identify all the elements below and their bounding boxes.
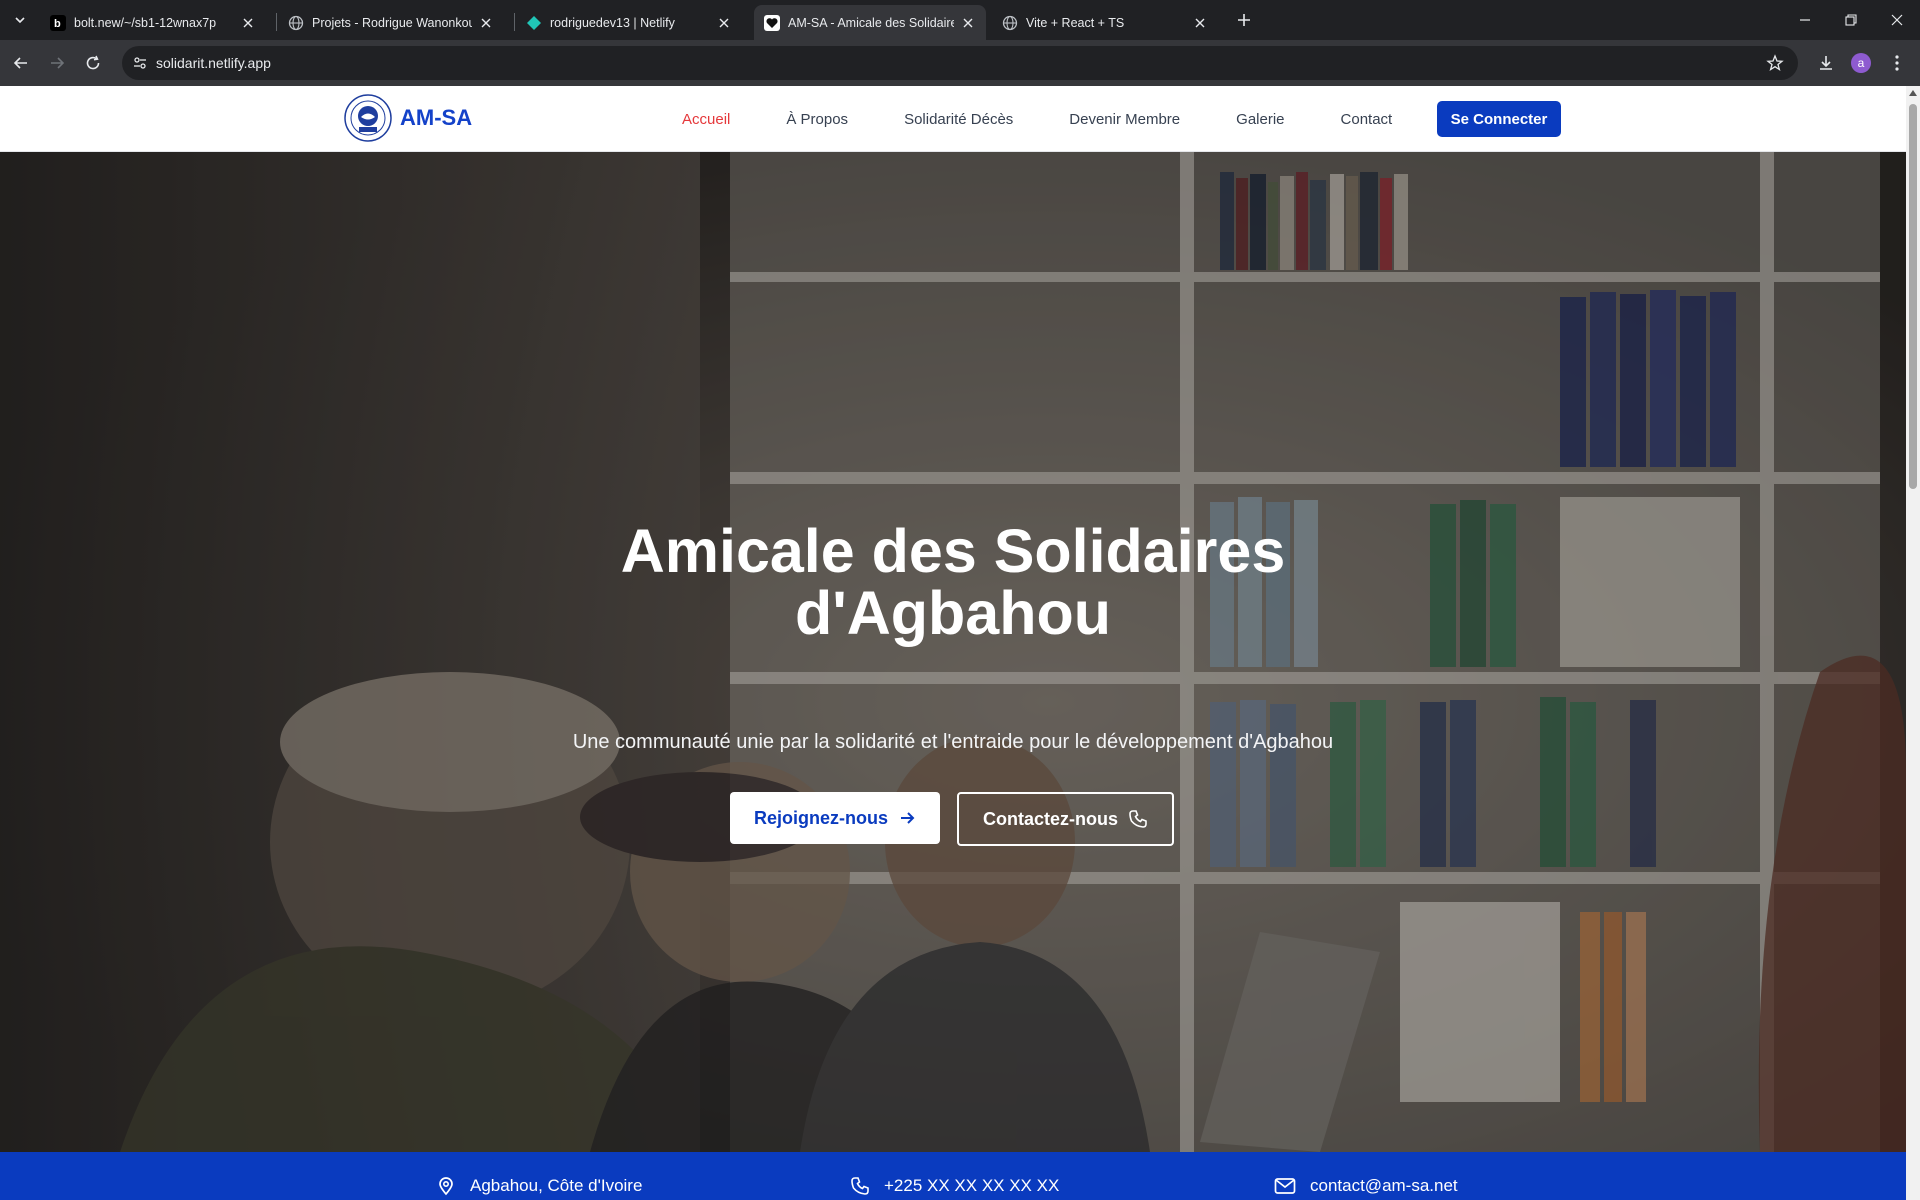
globe-icon: [1002, 15, 1018, 31]
netlify-icon: [526, 15, 542, 31]
heart-icon: [764, 14, 780, 31]
email-text[interactable]: contact@am-sa.net: [1310, 1176, 1458, 1196]
tab-separator: [514, 13, 515, 31]
main-nav: Accueil À Propos Solidarité Décès Deveni…: [682, 86, 1448, 152]
page-viewport: AM-SA Accueil À Propos Solidarité Décès …: [0, 86, 1920, 1200]
back-button[interactable]: [8, 50, 34, 76]
page-scrollbar[interactable]: [1906, 86, 1920, 1200]
arrow-right-icon: [51, 57, 65, 69]
site-settings-icon[interactable]: [132, 55, 148, 71]
tab-search-button[interactable]: [8, 8, 32, 32]
tab-strip: b bolt.new/~/sb1-12wnax7p Projets - Rodr…: [0, 0, 1920, 40]
browser-menu-button[interactable]: [1886, 52, 1908, 74]
url-text[interactable]: solidarit.netlify.app: [156, 55, 271, 71]
hero-title-line1: Amicale des Solidaires: [620, 517, 1286, 585]
address-bar[interactable]: solidarit.netlify.app: [122, 46, 1798, 80]
tab-vite[interactable]: Vite + React + TS: [992, 5, 1218, 40]
chevron-down-icon: [15, 17, 25, 24]
tab-title: Projets - Rodrigue Wanonkou: [312, 15, 472, 30]
close-icon[interactable]: [716, 15, 732, 31]
close-icon[interactable]: [1192, 15, 1208, 31]
arrow-left-icon: [13, 57, 27, 69]
close-icon[interactable]: [478, 15, 494, 31]
brand-name: AM-SA: [400, 105, 473, 130]
close-window-button[interactable]: [1874, 0, 1920, 40]
restore-button[interactable]: [1828, 0, 1874, 40]
map-pin-icon: [439, 1177, 453, 1196]
hero-title: Amicale des Solidaires d'Agbahou: [553, 520, 1353, 644]
new-tab-button[interactable]: [1232, 8, 1256, 32]
phone-item: +225 XX XX XX XX XX: [850, 1176, 1059, 1196]
downloads-button[interactable]: [1815, 52, 1837, 74]
brand-link[interactable]: AM-SA: [344, 94, 472, 142]
restore-icon: [1845, 14, 1857, 26]
tab-title: AM-SA - Amicale des Solidaires d'Agbahou: [788, 15, 954, 30]
tab-projets[interactable]: Projets - Rodrigue Wanonkou: [278, 5, 504, 40]
login-button[interactable]: Se Connecter: [1437, 101, 1561, 137]
hero-section: Amicale des Solidaires d'Agbahou Une com…: [0, 152, 1906, 1152]
globe-icon: [288, 15, 304, 31]
phone-icon: [851, 1177, 869, 1195]
reload-button[interactable]: [80, 50, 106, 76]
hero-title-line2: d'Agbahou: [794, 579, 1112, 647]
browser-toolbar: solidarit.netlify.app a: [0, 40, 1920, 86]
tab-netlify[interactable]: rodriguedev13 | Netlify: [516, 5, 742, 40]
scrollbar-thumb[interactable]: [1909, 104, 1917, 489]
nav-item-a-propos[interactable]: À Propos: [786, 111, 848, 128]
tab-title: Vite + React + TS: [1026, 15, 1125, 30]
address-item: Agbahou, Côte d'Ivoire: [436, 1176, 642, 1196]
profile-avatar[interactable]: a: [1851, 53, 1871, 73]
minimize-button[interactable]: [1782, 0, 1828, 40]
svg-text:b: b: [54, 18, 61, 30]
nav-item-devenir-membre[interactable]: Devenir Membre: [1069, 111, 1180, 128]
bookmark-star-icon[interactable]: [1766, 54, 1784, 72]
hero-subtitle: Une communauté unie par la solidarité et…: [572, 731, 1334, 753]
phone-text: +225 XX XX XX XX XX: [884, 1176, 1060, 1195]
tab-separator: [276, 13, 277, 31]
tab-bolt[interactable]: b bolt.new/~/sb1-12wnax7p: [40, 5, 266, 40]
join-button[interactable]: Rejoignez-nous: [730, 792, 940, 844]
hero-overlay: [0, 152, 1906, 1152]
nav-item-contact[interactable]: Contact: [1341, 111, 1393, 128]
bolt-icon: b: [50, 14, 66, 31]
email-item: contact@am-sa.net: [1274, 1176, 1458, 1196]
plus-icon: [1238, 14, 1250, 26]
mail-icon: [1274, 1178, 1296, 1194]
close-icon: [1891, 14, 1903, 26]
nav-item-galerie[interactable]: Galerie: [1236, 111, 1284, 128]
arrow-right-icon: [901, 812, 915, 824]
tab-title: rodriguedev13 | Netlify: [550, 15, 675, 30]
forward-button[interactable]: [44, 50, 70, 76]
download-icon: [1820, 56, 1832, 70]
close-icon[interactable]: [960, 15, 976, 31]
nav-item-accueil[interactable]: Accueil: [682, 111, 730, 128]
more-vertical-icon: [1895, 55, 1899, 71]
contact-button[interactable]: Contactez-nous: [957, 792, 1174, 846]
reload-icon: [86, 55, 100, 70]
contact-info-bar: Agbahou, Côte d'Ivoire +225 XX XX XX XX …: [0, 1152, 1906, 1200]
phone-icon: [1129, 810, 1147, 828]
close-icon[interactable]: [240, 15, 256, 31]
minimize-icon: [1800, 19, 1810, 21]
scroll-up-icon[interactable]: [1909, 90, 1917, 96]
contact-button-label: Contactez-nous: [983, 808, 1118, 829]
join-button-label: Rejoignez-nous: [754, 807, 888, 828]
site-header: AM-SA Accueil À Propos Solidarité Décès …: [0, 86, 1906, 152]
tab-title: bolt.new/~/sb1-12wnax7p: [74, 15, 217, 30]
amsa-logo: [344, 94, 392, 142]
address-text: Agbahou, Côte d'Ivoire: [470, 1176, 643, 1195]
nav-item-solidarite-deces[interactable]: Solidarité Décès: [904, 111, 1013, 128]
tab-amsa[interactable]: AM-SA - Amicale des Solidaires d'Agbahou: [754, 5, 986, 40]
